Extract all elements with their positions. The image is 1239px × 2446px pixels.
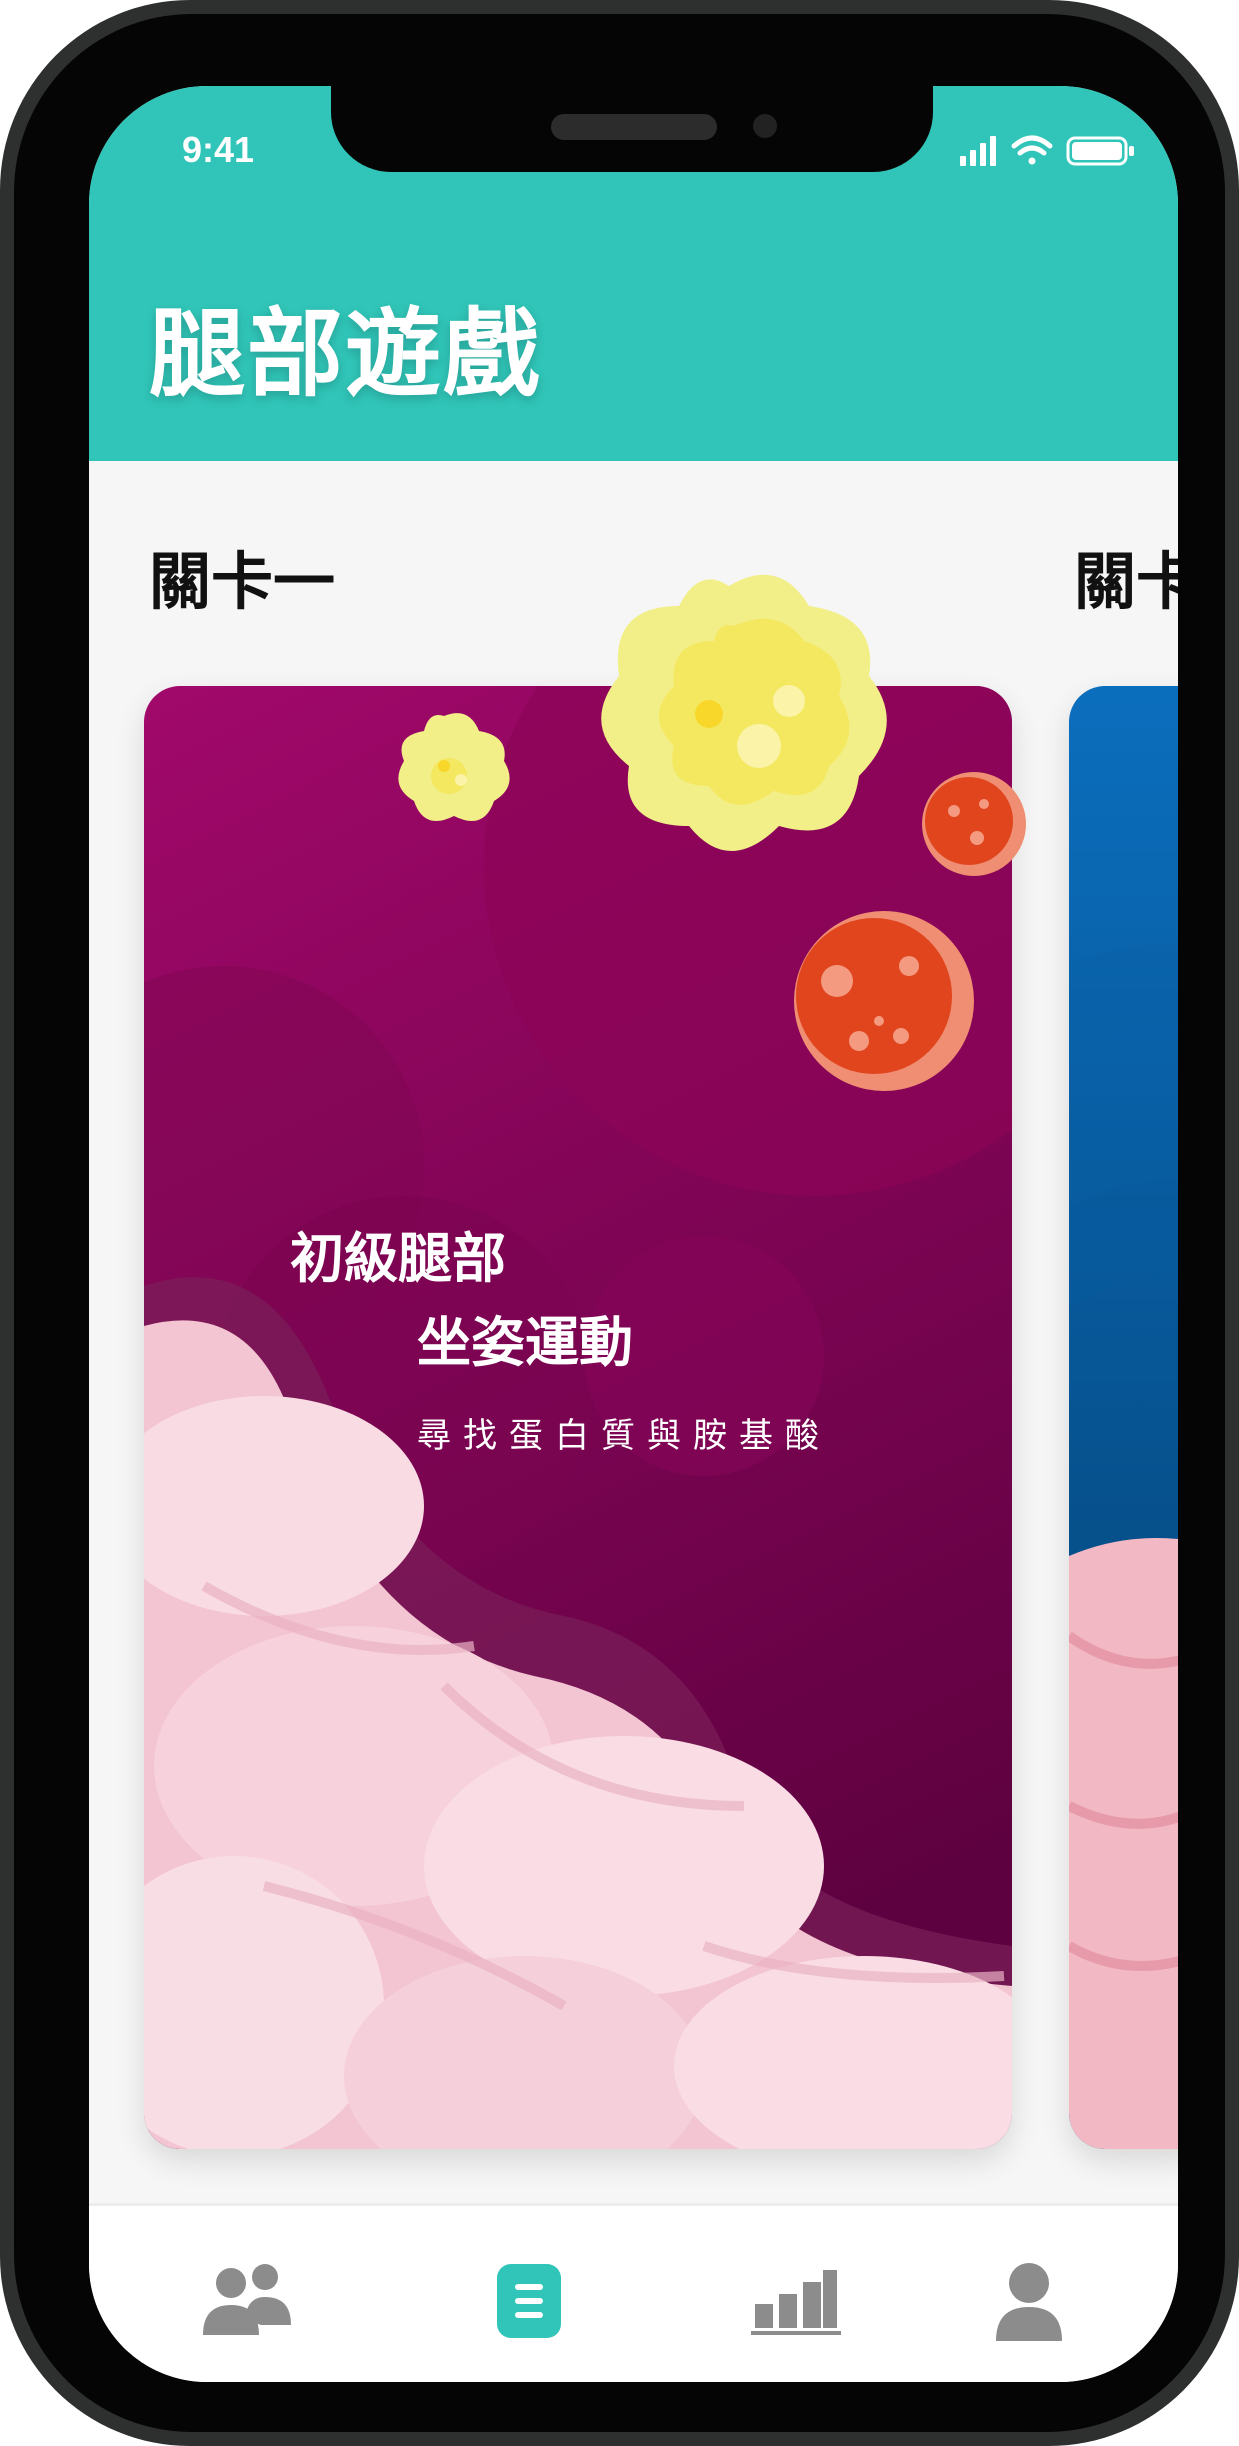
phone-bezel: 9:41 腿部遊戲 關卡一 關卡 初級腿部 坐姿運動 尋找蛋白質與胺基酸 xyxy=(14,14,1225,2432)
speaker-grille xyxy=(551,114,717,140)
level-label-1: 關卡一 xyxy=(149,545,336,618)
tab-list[interactable] xyxy=(479,2256,579,2346)
signal-icon xyxy=(960,136,996,166)
phone-frame: 9:41 腿部遊戲 關卡一 關卡 初級腿部 坐姿運動 尋找蛋白質與胺基酸 xyxy=(0,0,1239,2446)
wifi-icon xyxy=(1011,135,1053,165)
card-1-title-line2: 坐姿運動 xyxy=(417,1311,633,1374)
card-1-subtitle: 尋找蛋白質與胺基酸 xyxy=(417,1416,831,1456)
app-screen: 9:41 腿部遊戲 關卡一 關卡 初級腿部 坐姿運動 尋找蛋白質與胺基酸 xyxy=(89,86,1178,2382)
tab-group[interactable] xyxy=(197,2256,297,2346)
tab-stats[interactable] xyxy=(746,2256,846,2346)
bar-chart-icon xyxy=(751,2270,841,2335)
bottom-tab-bar xyxy=(89,2203,1178,2382)
group-icon xyxy=(203,2264,291,2335)
level-card-2[interactable] xyxy=(1069,686,1178,2149)
card-2-background xyxy=(1069,686,1178,2149)
front-camera xyxy=(753,114,777,138)
status-icons xyxy=(960,135,1134,166)
list-icon xyxy=(497,2264,561,2338)
phone-notch xyxy=(331,86,933,172)
tab-profile[interactable] xyxy=(979,2256,1079,2346)
card-1-title-line1: 初級腿部 xyxy=(290,1227,506,1290)
status-time: 9:41 xyxy=(182,129,255,170)
page-title: 腿部遊戲 xyxy=(149,298,541,410)
level-card-1[interactable]: 初級腿部 坐姿運動 尋找蛋白質與胺基酸 xyxy=(144,686,1012,2149)
battery-icon xyxy=(1066,136,1134,166)
profile-icon xyxy=(996,2263,1062,2341)
level-label-2: 關卡 xyxy=(1074,545,1178,618)
